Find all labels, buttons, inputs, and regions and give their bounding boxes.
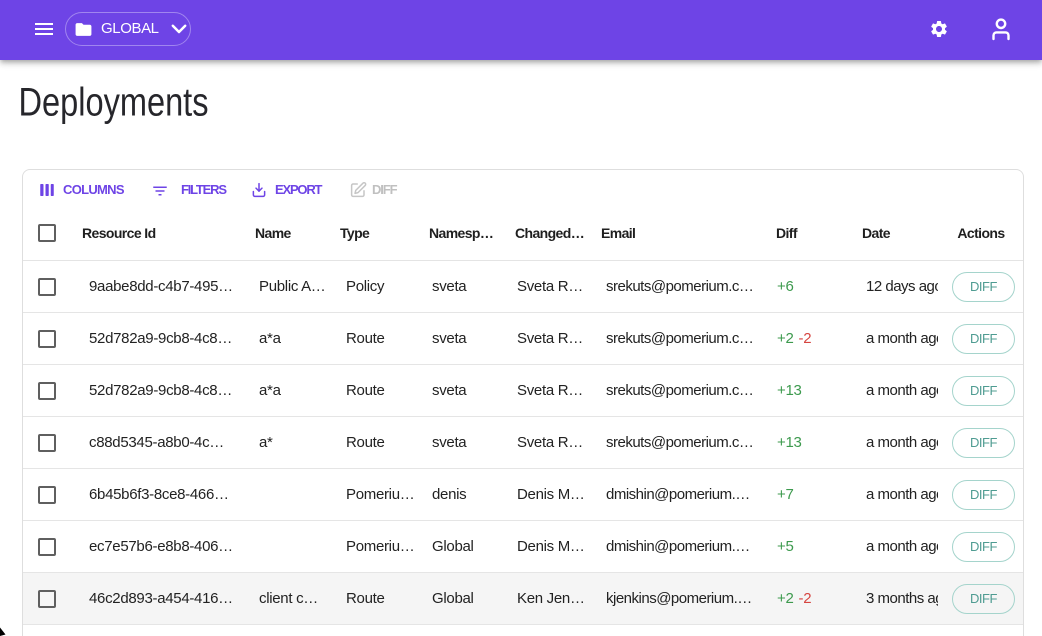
svg-text:Deployments: Deployments [19, 81, 209, 125]
